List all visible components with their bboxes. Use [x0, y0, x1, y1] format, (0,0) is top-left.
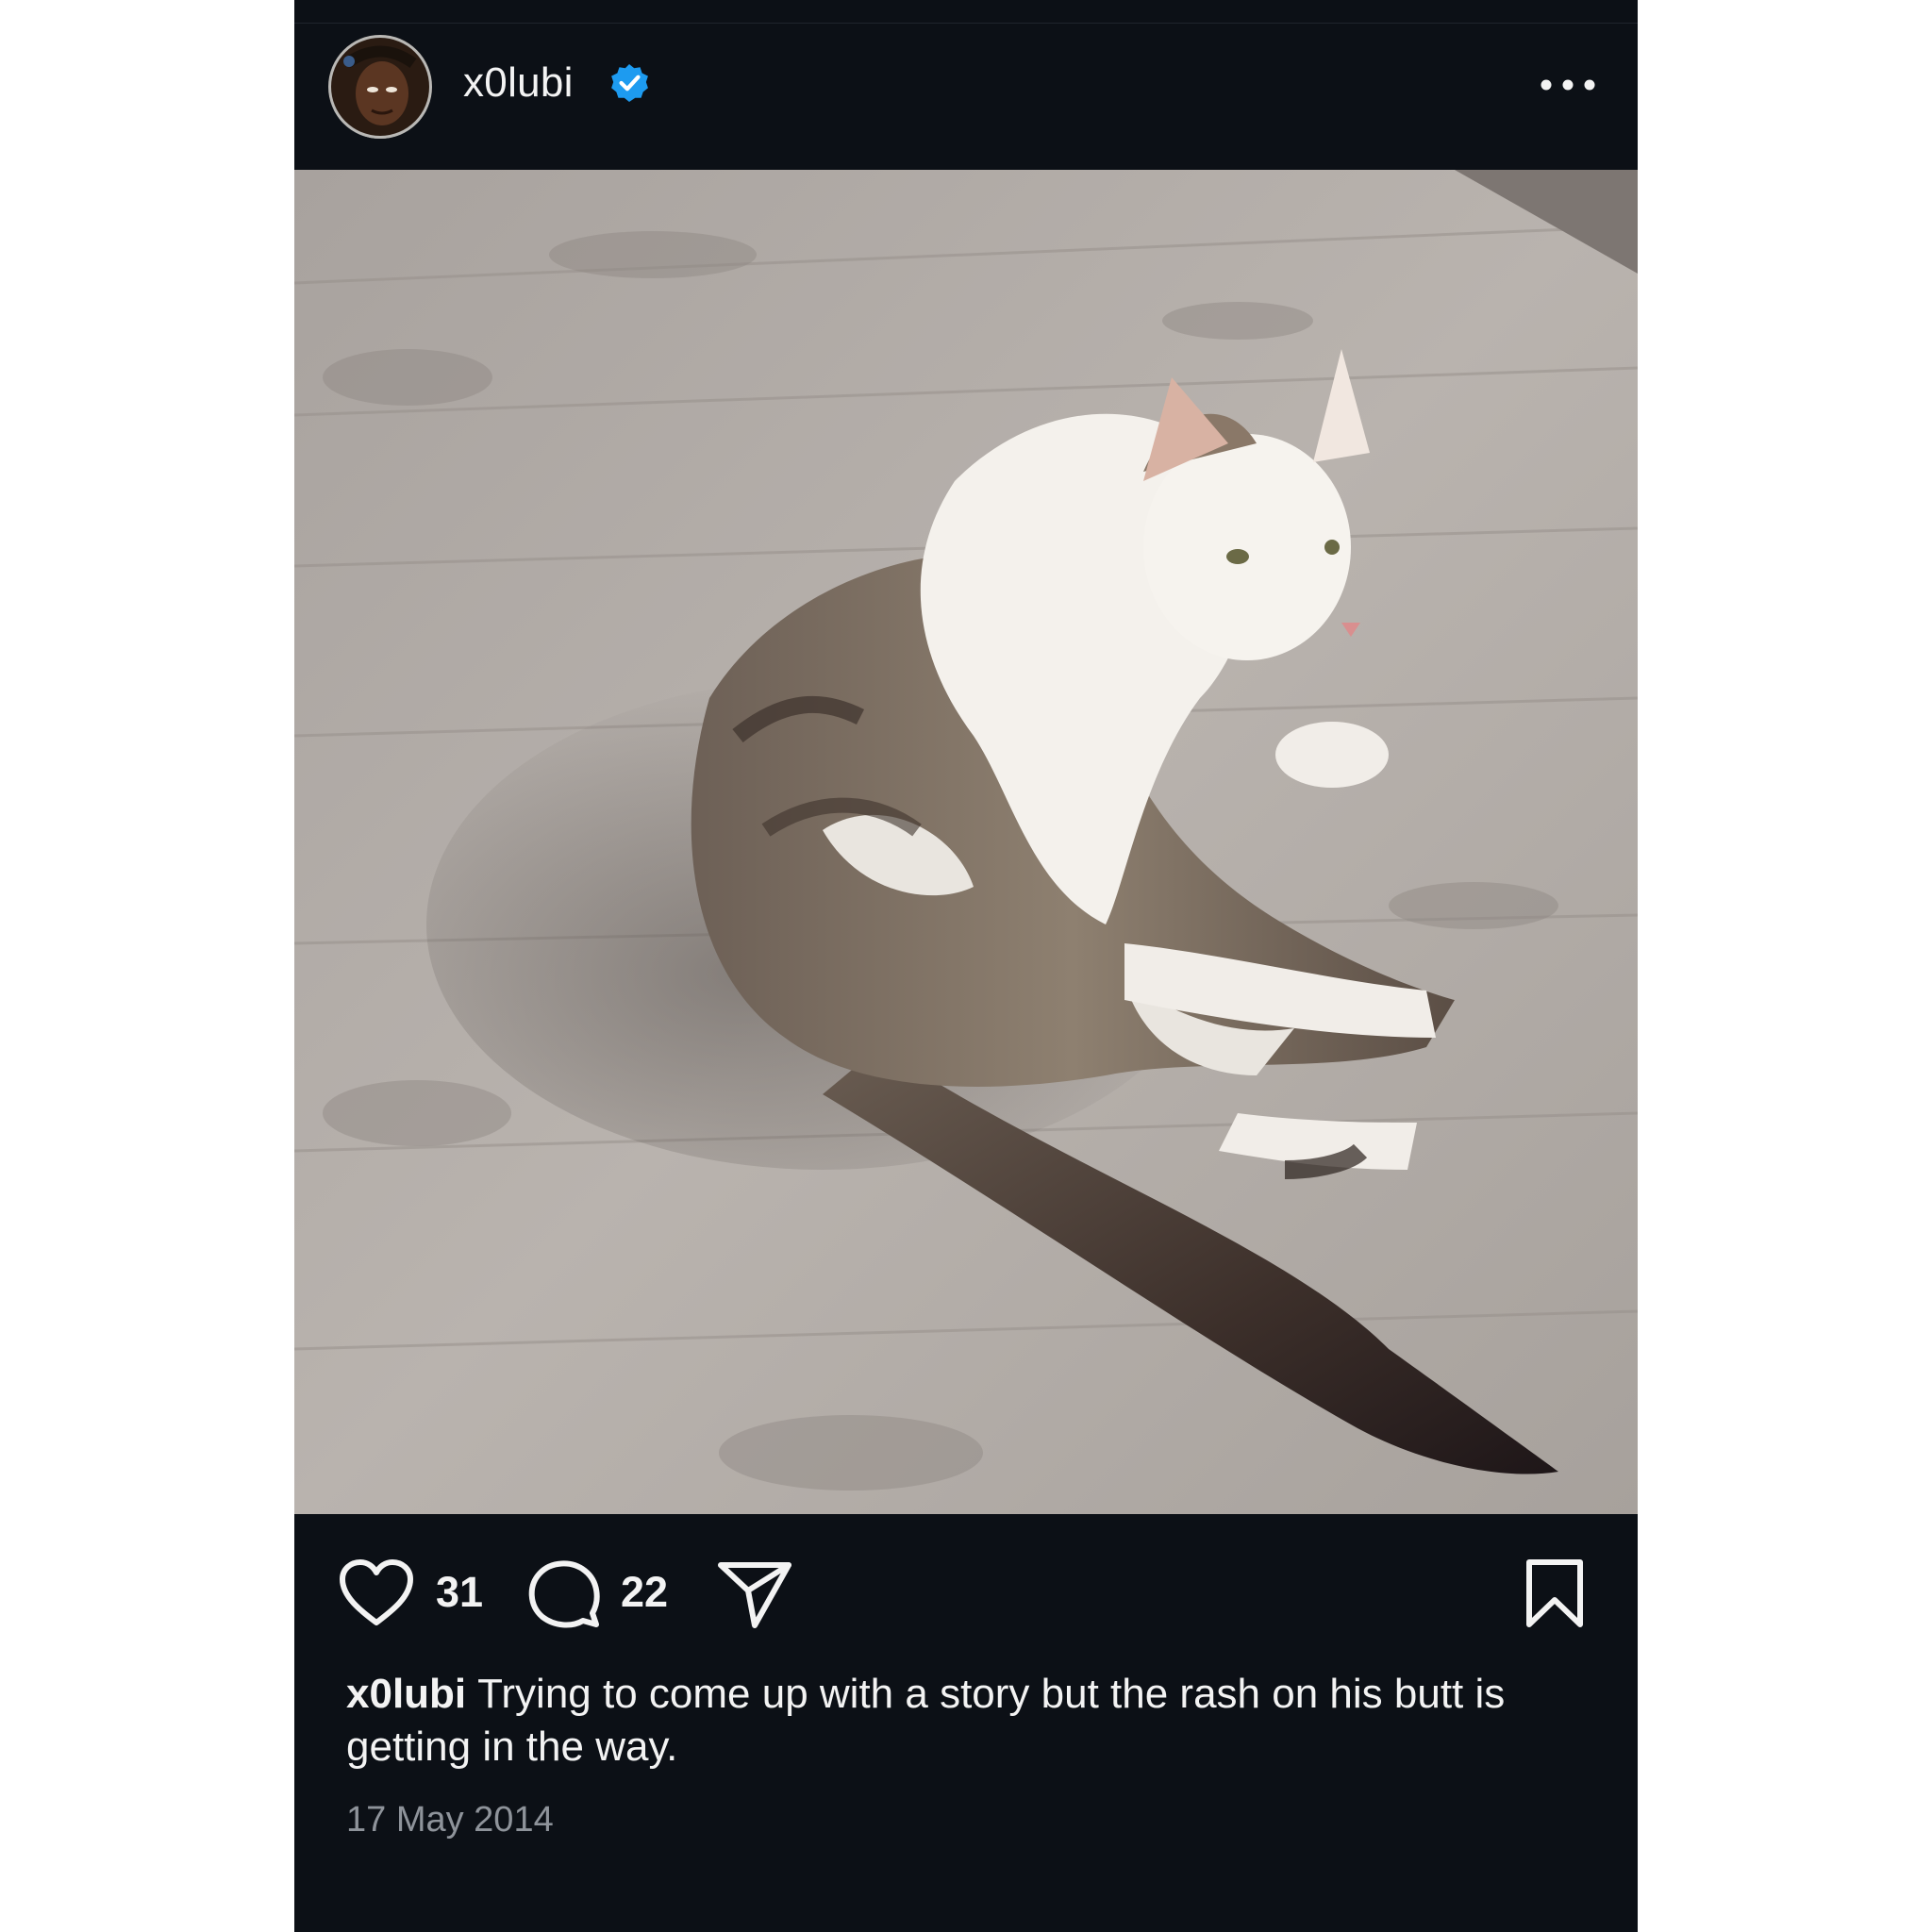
send-icon[interactable]: [717, 1560, 792, 1630]
username[interactable]: x0lubi: [463, 59, 574, 107]
bookmark-icon[interactable]: [1524, 1558, 1585, 1630]
caption: x0lubi Trying to come up with a story but…: [346, 1668, 1601, 1774]
comment-count[interactable]: 22: [621, 1568, 668, 1617]
caption-text: Trying to come up with a story but the r…: [346, 1671, 1506, 1770]
heart-icon[interactable]: [338, 1558, 415, 1628]
post-date: 17 May 2014: [346, 1800, 554, 1840]
caption-username[interactable]: x0lubi: [346, 1671, 466, 1717]
like-count[interactable]: 31: [436, 1568, 483, 1617]
comment-icon[interactable]: [526, 1557, 602, 1632]
avatar[interactable]: [328, 35, 432, 139]
post-card: x0lubi 31 22 x0lubi Trying to come up wi…: [294, 0, 1638, 1932]
post-photo[interactable]: [294, 170, 1638, 1514]
more-options-icon[interactable]: [1540, 78, 1596, 92]
post-header: x0lubi: [294, 24, 1638, 170]
action-bar: 31 22: [294, 1547, 1638, 1641]
verified-badge-icon: [611, 64, 648, 102]
